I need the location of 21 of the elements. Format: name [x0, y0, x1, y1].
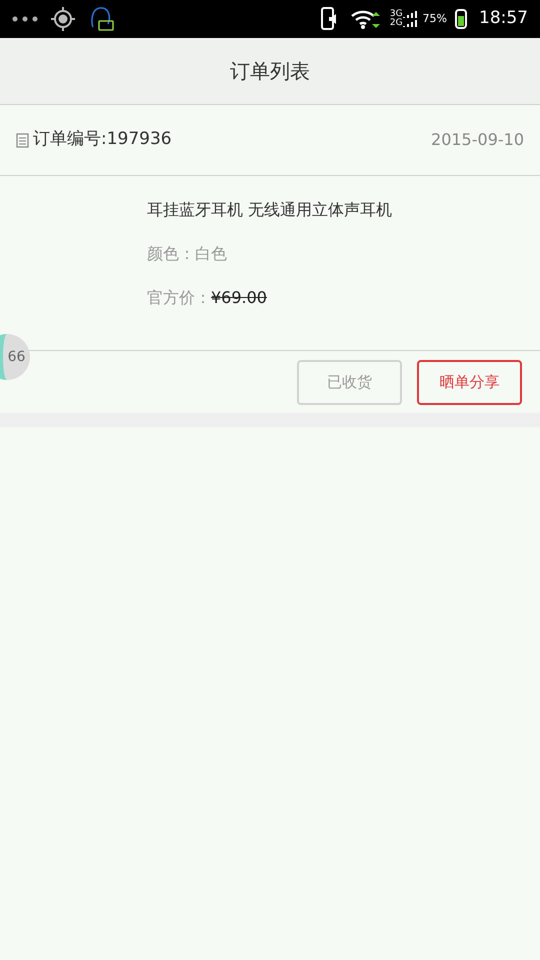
product-name: 耳挂蓝牙耳机 无线通用立体声耳机: [147, 199, 392, 221]
product-color: 颜色：白色: [147, 243, 227, 265]
battery-icon: [455, 9, 467, 29]
chat-icon: [88, 5, 114, 33]
price: ¥69.00: [211, 287, 267, 309]
order-number: 订单编号:197936: [33, 128, 172, 152]
order-action-button[interactable]: 已收货: [297, 360, 402, 404]
network-label: 2G: [390, 19, 403, 28]
wifi-icon: [350, 8, 382, 30]
order-date: 2015-09-10: [431, 129, 524, 151]
price-label: 官方价：: [147, 287, 211, 309]
more-icon: [12, 16, 38, 22]
floating-bubble[interactable]: 66: [0, 334, 30, 380]
order-action-button[interactable]: 晒单分享: [417, 360, 522, 404]
location-icon: [50, 6, 76, 32]
document-icon: [16, 132, 29, 148]
network-label: 3G: [390, 10, 403, 19]
clock: 18:57: [479, 7, 528, 30]
signal-icon: [402, 10, 419, 28]
battery-percent: 75%: [422, 10, 447, 27]
page-title: 订单列表: [230, 58, 310, 85]
